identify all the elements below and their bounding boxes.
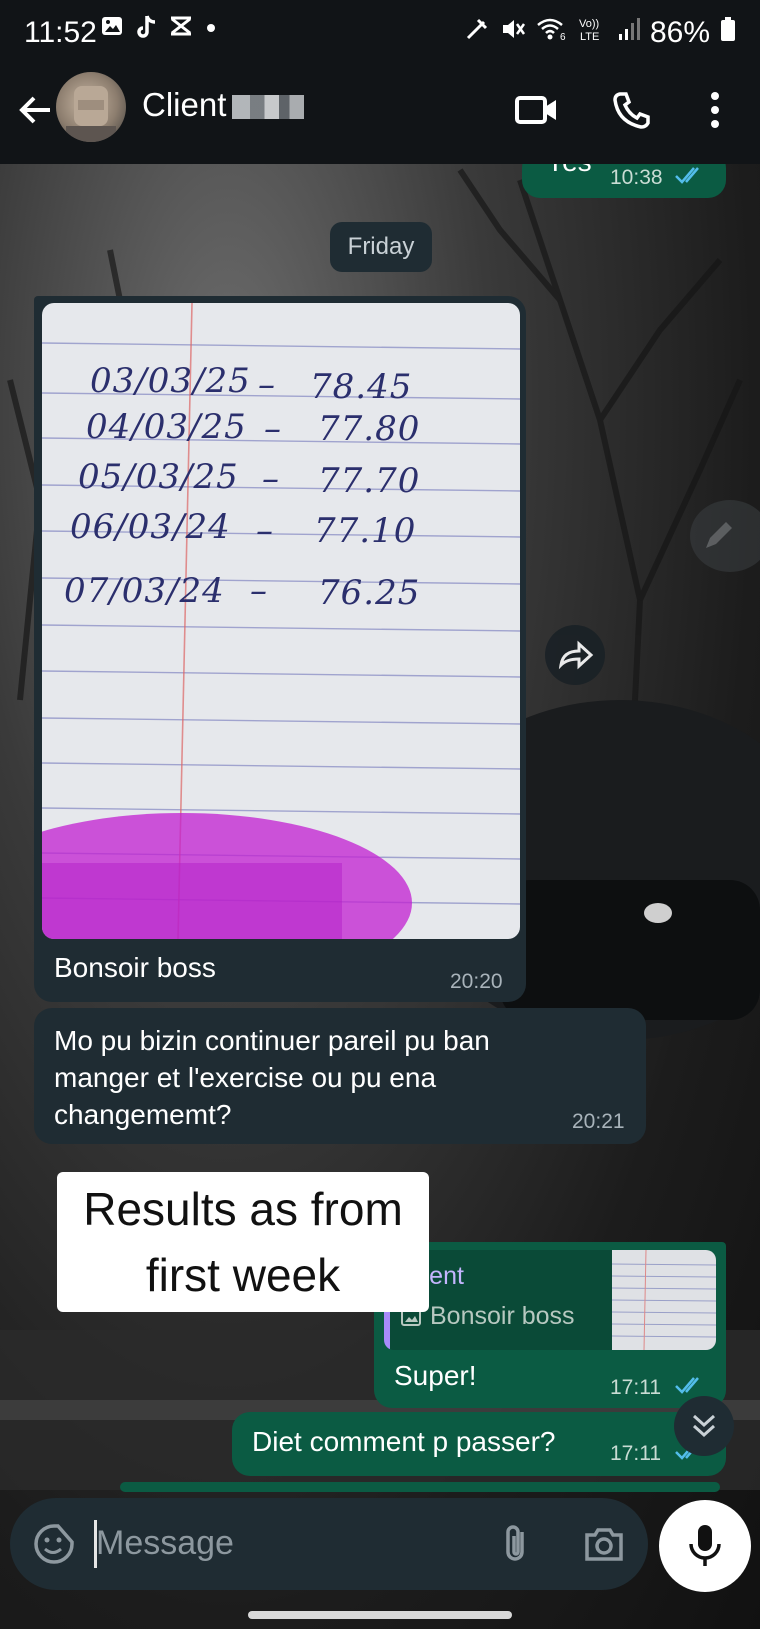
overlay-caption: Results as from first week (57, 1172, 429, 1312)
redacted-name-blur (232, 95, 305, 120)
hw-date-3: 05/03/25 (78, 457, 239, 497)
capcut-icon (168, 14, 194, 47)
hw-date-5: 07/03/24 (64, 571, 225, 611)
contact-name[interactable]: Client (142, 86, 305, 124)
incoming-text-message[interactable]: Mo pu bizin continuer pareil pu ban mang… (34, 1008, 646, 1144)
hw-dash-3: – (262, 459, 280, 499)
hw-value-4: 77.10 (314, 511, 417, 551)
battery-icon (720, 16, 736, 50)
forward-icon (555, 635, 595, 680)
voice-message-button[interactable] (659, 1500, 751, 1592)
hw-dash-1: – (258, 365, 276, 405)
outgoing-text-message[interactable]: Diet comment p passer? 17:11 (232, 1412, 726, 1476)
forward-button[interactable] (545, 625, 605, 685)
double-chevron-down-icon (688, 1410, 720, 1447)
signal-icon (618, 16, 640, 50)
hw-dash-4: – (256, 511, 274, 551)
header-edge (0, 150, 760, 164)
quoted-thumbnail (611, 1250, 716, 1350)
status-bar: 11:52 6 Vo)) LTE 86% (0, 0, 760, 66)
hw-dash-2: – (264, 409, 282, 449)
hw-value-3: 77.70 (318, 461, 421, 501)
next-message-edge (120, 1482, 720, 1492)
status-time: 11:52 (24, 16, 97, 49)
hw-value-2: 77.80 (318, 409, 421, 449)
home-indicator[interactable] (248, 1611, 512, 1619)
attach-icon[interactable] (498, 1522, 534, 1571)
scroll-to-bottom-button[interactable] (674, 1396, 734, 1456)
mute-icon (500, 16, 526, 50)
wifi-6-icon: 6 (536, 16, 568, 50)
video-call-icon[interactable] (514, 88, 560, 137)
more-options-icon[interactable] (700, 88, 730, 137)
image-message-time: 20:20 (450, 970, 503, 993)
notebook-photo[interactable]: 03/03/25 – 78.45 04/03/25 – 77.80 05/03/… (42, 303, 520, 939)
pencil-icon (700, 514, 740, 559)
quoted-text: Bonsoir boss (430, 1302, 575, 1330)
hw-date-1: 03/03/25 (90, 361, 251, 401)
hw-date-4: 06/03/24 (70, 507, 231, 547)
read-receipt-icon (674, 164, 708, 191)
sticker-emoji-icon[interactable] (32, 1522, 76, 1571)
data-saver-icon (464, 16, 490, 50)
hw-value-1: 78.45 (310, 367, 413, 407)
image-caption: Bonsoir boss (54, 952, 216, 983)
tiktok-icon (134, 14, 158, 47)
hw-date-2: 04/03/25 (86, 407, 247, 447)
svg-text:LTE: LTE (580, 31, 599, 42)
microphone-icon (685, 1522, 725, 1575)
quoted-message[interactable]: Client Bonsoir boss (384, 1250, 716, 1350)
hw-value-5: 76.25 (318, 573, 421, 613)
edit-fab[interactable] (690, 500, 760, 572)
svg-text:Vo)): Vo)) (579, 18, 599, 30)
back-arrow-icon[interactable] (14, 88, 58, 132)
voice-call-icon[interactable] (610, 88, 654, 137)
gallery-icon (100, 14, 124, 47)
message-input[interactable]: Message (96, 1524, 234, 1563)
hw-dash-5: – (250, 571, 268, 611)
message-composer[interactable]: Message (10, 1498, 648, 1590)
volte-lte-icon: Vo)) LTE (578, 16, 608, 50)
battery-percent: 86% (649, 16, 710, 49)
svg-text:6: 6 (560, 32, 566, 42)
dot-icon (204, 14, 218, 47)
avatar[interactable] (56, 72, 126, 142)
camera-icon[interactable] (582, 1522, 626, 1571)
date-separator: Friday (330, 222, 432, 272)
